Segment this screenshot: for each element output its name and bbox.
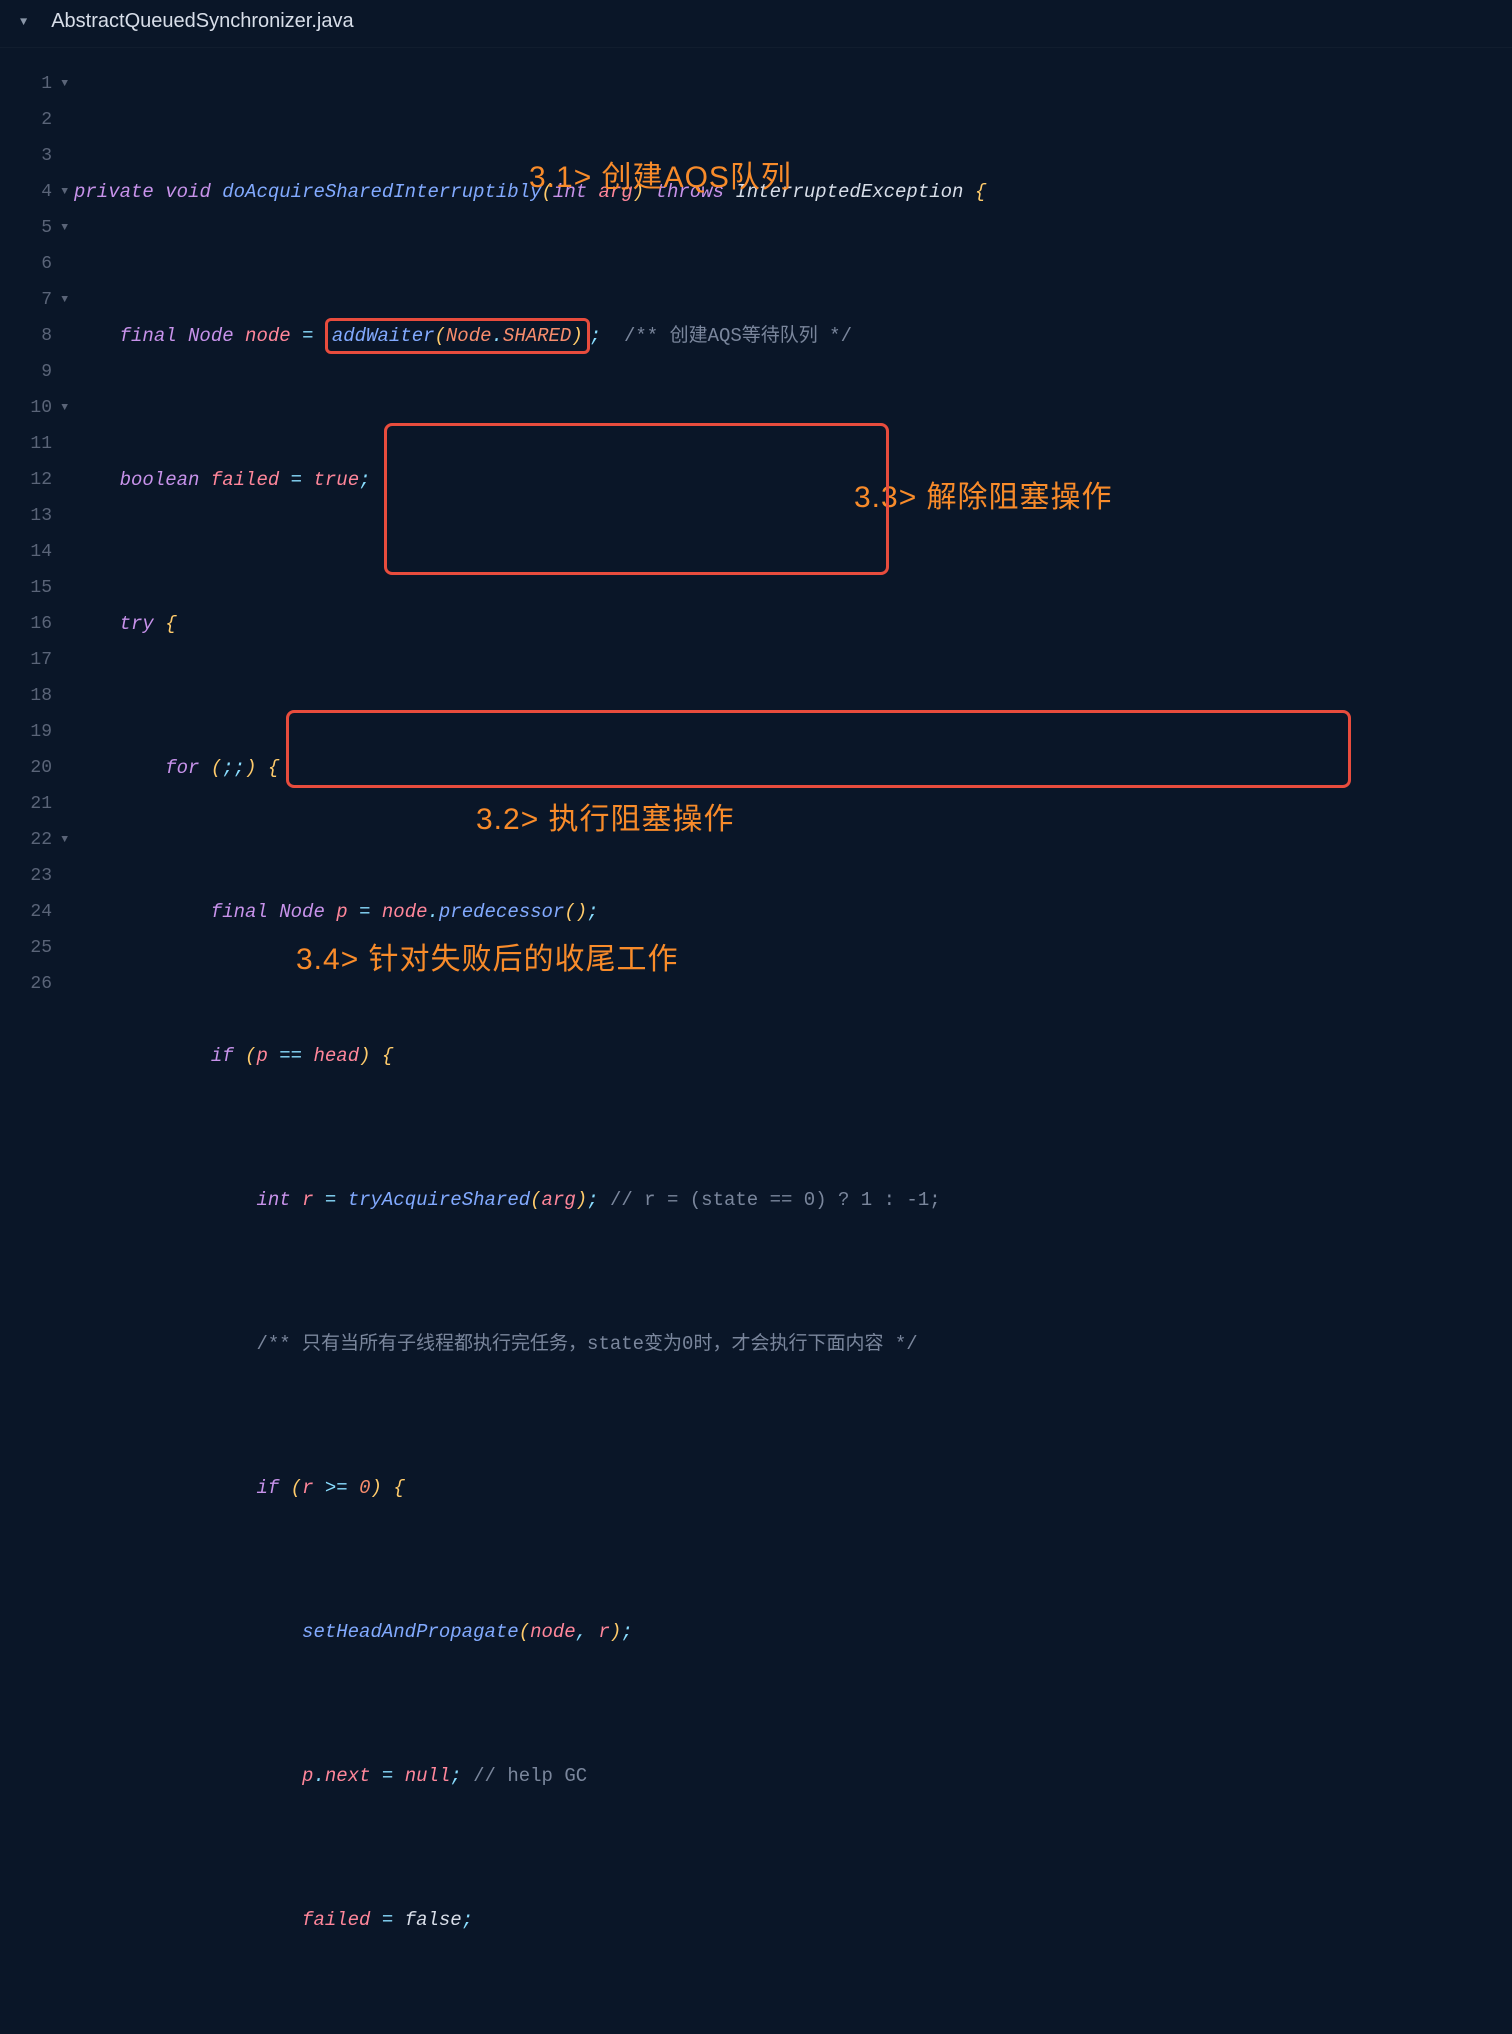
- annotation-3-4: 3.4> 针对失败后的收尾工作: [296, 942, 679, 978]
- fold-caret-icon[interactable]: ▼: [61, 210, 68, 246]
- line-number: 21: [0, 786, 52, 822]
- file-tab-title[interactable]: AbstractQueuedSynchronizer.java: [51, 10, 353, 33]
- highlight-box-sethead: [384, 423, 889, 575]
- annotation-3-3: 3.3> 解除阻塞操作: [854, 480, 1113, 516]
- fold-caret-icon[interactable]: ▼: [61, 282, 68, 318]
- annotation-3-2: 3.2> 执行阻塞操作: [476, 802, 735, 838]
- line-number: 11: [0, 426, 52, 462]
- line-number: 5▼: [0, 210, 52, 246]
- fold-caret-icon[interactable]: ▼: [61, 822, 68, 858]
- highlight-box-addwaiter: addWaiter(Node.SHARED): [325, 318, 590, 354]
- line-number: 25: [0, 930, 52, 966]
- line-number: 23: [0, 858, 52, 894]
- line-number: 22▼: [0, 822, 52, 858]
- line-number: 1▼: [0, 66, 52, 102]
- line-number: 14: [0, 534, 52, 570]
- line-number: 10▼: [0, 390, 52, 426]
- tab-bar: ▼ AbstractQueuedSynchronizer.java: [0, 0, 1512, 48]
- line-number: 26: [0, 966, 52, 1002]
- line-number: 2: [0, 102, 52, 138]
- line-number: 15: [0, 570, 52, 606]
- fold-caret-icon[interactable]: ▼: [61, 390, 68, 426]
- code-area[interactable]: private void doAcquireSharedInterruptibl…: [74, 66, 1512, 2034]
- line-number: 17: [0, 642, 52, 678]
- line-number: 3: [0, 138, 52, 174]
- line-number: 24: [0, 894, 52, 930]
- line-number: 6: [0, 246, 52, 282]
- chevron-down-icon[interactable]: ▼: [20, 15, 27, 29]
- line-number: 9: [0, 354, 52, 390]
- line-number: 7▼: [0, 282, 52, 318]
- line-number: 12: [0, 462, 52, 498]
- annotation-3-1: 3.1> 创建AQS队列: [529, 160, 792, 196]
- line-number: 16: [0, 606, 52, 642]
- line-number-gutter: 1▼234▼5▼67▼8910▼111213141516171819202122…: [0, 66, 74, 2034]
- line-number: 8: [0, 318, 52, 354]
- line-number: 13: [0, 498, 52, 534]
- line-number: 18: [0, 678, 52, 714]
- line-number: 19: [0, 714, 52, 750]
- code-editor: 1▼234▼5▼67▼8910▼111213141516171819202122…: [0, 48, 1512, 2034]
- line-number: 20: [0, 750, 52, 786]
- fold-caret-icon[interactable]: ▼: [61, 66, 68, 102]
- line-number: 4▼: [0, 174, 52, 210]
- fold-caret-icon[interactable]: ▼: [61, 174, 68, 210]
